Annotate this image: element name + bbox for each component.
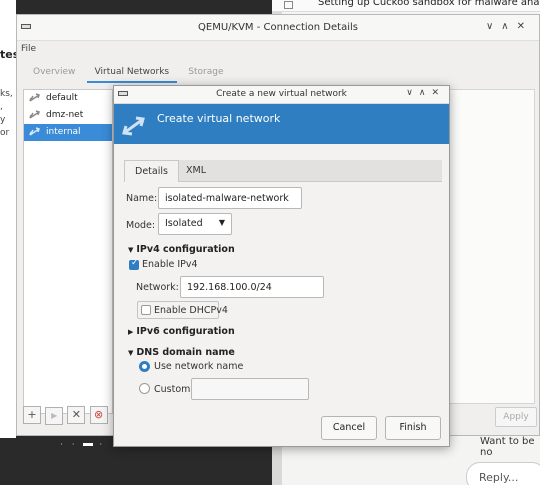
background-text-line: ks, , (0, 89, 13, 112)
browser-tab-title[interactable]: Setting up Cuckoo sandbox for malware an… (318, 0, 540, 8)
enable-dhcp-label: Enable DHCPv4 (154, 305, 228, 316)
close-icon[interactable]: ✕ (517, 21, 533, 32)
ipv4-section-title: IPv4 configuration (136, 244, 235, 255)
chevron-down-icon: ▼ (218, 218, 225, 227)
tab-overview[interactable]: Overview (25, 63, 83, 81)
list-item[interactable]: dmz-net (24, 107, 112, 124)
enable-dhcp-toggle[interactable]: Enable DHCPv4 (137, 301, 228, 319)
network-name: dmz-net (46, 110, 84, 120)
background-text-line: y or (0, 115, 10, 138)
background-left-window: tes ks, , y or (0, 0, 19, 485)
network-arrows-icon (29, 93, 40, 102)
list-item[interactable]: default (24, 90, 112, 107)
network-cidr-field[interactable] (180, 276, 324, 298)
add-network-button[interactable]: + (23, 406, 41, 424)
mode-label: Mode: (126, 220, 156, 231)
maximize-icon[interactable]: ∧ (419, 88, 432, 98)
ipv6-section-header[interactable]: ▶ IPv6 configuration (128, 326, 235, 337)
create-network-dialog: Create a new virtual network ∨∧✕ Create … (113, 85, 450, 447)
close-icon[interactable]: ✕ (431, 88, 445, 98)
menu-file[interactable]: File (21, 44, 36, 54)
ipv4-section-header[interactable]: ▼ IPv4 configuration (128, 244, 235, 255)
stop-network-button[interactable]: ✕ (67, 406, 86, 424)
network-arrows-icon (29, 110, 40, 119)
minimize-icon[interactable]: ∨ (406, 88, 419, 98)
dns-section-header[interactable]: ▼ DNS domain name (128, 347, 235, 358)
cancel-button[interactable]: Cancel (321, 416, 377, 440)
expander-open-icon: ▼ (128, 246, 134, 254)
network-arrows-icon (122, 116, 145, 136)
network-list: default dmz-net internal (23, 89, 113, 414)
tab-xml[interactable]: XML (176, 160, 216, 182)
dialog-banner: Create virtual network (114, 104, 449, 144)
delete-network-button[interactable]: ⊗ (89, 406, 108, 424)
background-text-fragment: ks, , y or (0, 88, 16, 140)
window-titlebar: QEMU/KVM - Connection Details ∨∧✕ (17, 15, 539, 41)
minimize-icon[interactable]: ∨ (486, 21, 501, 32)
maximize-icon[interactable]: ∧ (501, 21, 516, 32)
reply-input[interactable]: Reply... (466, 462, 540, 485)
custom-dns-radio[interactable] (139, 383, 150, 394)
tab-storage[interactable]: Storage (180, 63, 231, 81)
dialog-title: Create a new virtual network (216, 89, 347, 99)
name-label: Name: (126, 193, 158, 204)
connection-tabs: Overview Virtual Networks Storage (25, 63, 232, 83)
tab-details[interactable]: Details (124, 160, 179, 182)
custom-dns-field[interactable] (191, 378, 309, 400)
dns-section-title: DNS domain name (136, 347, 235, 358)
dialog-titlebar: Create a new virtual network ∨∧✕ (114, 86, 449, 104)
tab-page-icon (284, 1, 293, 9)
mode-value: Isolated (165, 218, 203, 229)
banner-title: Create virtual network (157, 112, 281, 125)
pager-dots: · · · (60, 440, 106, 450)
network-arrows-icon (29, 127, 40, 136)
dialog-window-controls: ∨∧✕ (406, 88, 445, 98)
browser-tab-strip: Setting up Cuckoo sandbox for malware an… (272, 0, 540, 12)
name-field[interactable] (158, 187, 302, 209)
network-label: Network: (136, 282, 179, 293)
list-item[interactable]: internal (24, 124, 112, 141)
finish-button[interactable]: Finish (385, 416, 441, 440)
network-name: internal (46, 127, 81, 137)
enable-ipv4-checkbox[interactable] (129, 258, 139, 270)
network-name: default (46, 93, 78, 103)
expander-open-icon: ▼ (128, 349, 134, 357)
custom-dns-label: Custom (154, 384, 191, 395)
enable-ipv4-label: Enable IPv4 (142, 259, 198, 270)
enable-dhcp-checkbox[interactable] (141, 305, 151, 315)
window-title: QEMU/KVM - Connection Details (198, 22, 358, 33)
start-network-button[interactable]: ▶ (45, 407, 64, 425)
apply-button[interactable]: Apply (495, 407, 537, 427)
use-network-name-radio[interactable] (139, 361, 150, 372)
mode-select[interactable]: Isolated ▼ (158, 213, 232, 235)
expander-closed-icon: ▶ (128, 328, 134, 336)
dialog-tabs: Details XML (124, 160, 442, 182)
window-controls: ∨∧✕ (486, 21, 533, 32)
use-network-name-label: Use network name (154, 361, 244, 372)
tab-virtual-networks[interactable]: Virtual Networks (86, 63, 178, 83)
ipv6-section-title: IPv6 configuration (136, 326, 235, 337)
network-list-toolbar: + ▶ ✕ ⊗ (23, 406, 109, 428)
menu-bar: File (17, 41, 539, 61)
